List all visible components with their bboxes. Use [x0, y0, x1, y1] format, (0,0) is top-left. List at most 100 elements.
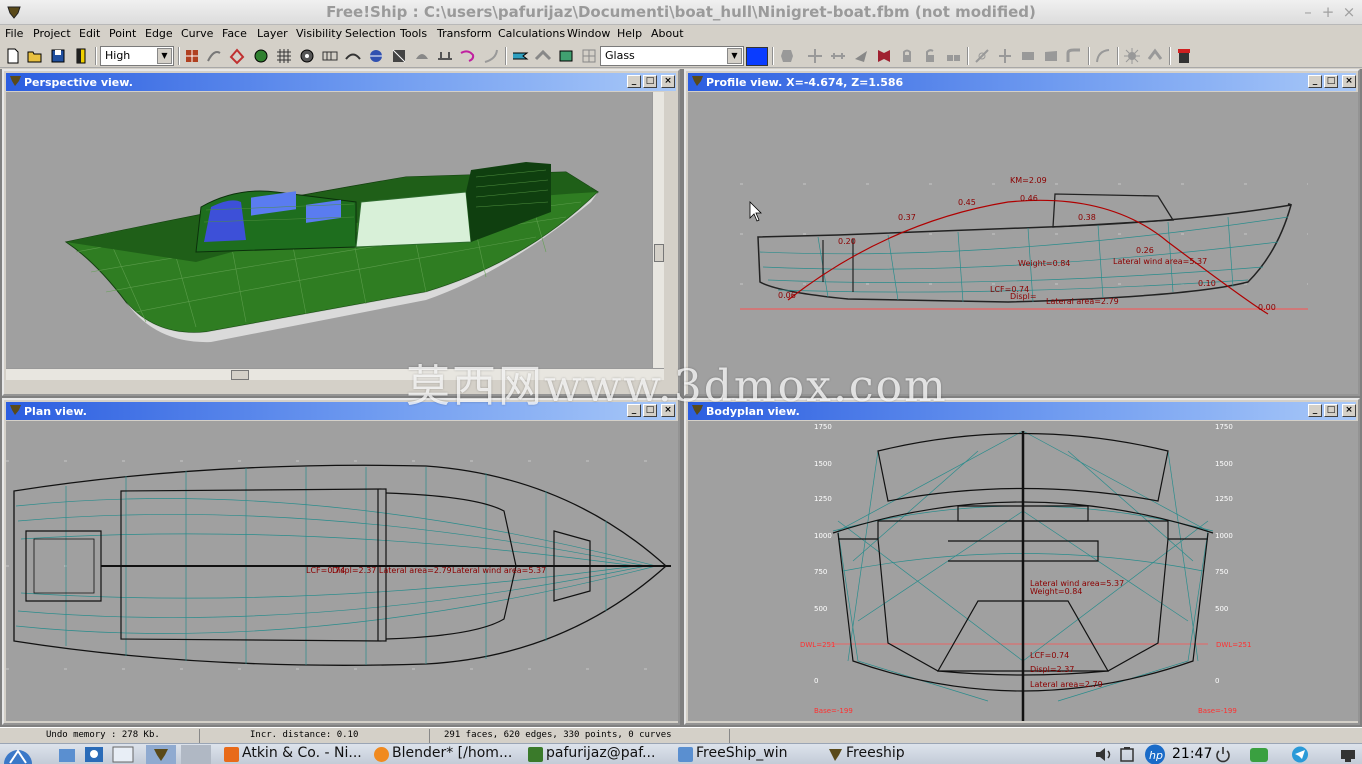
view-minimize-button[interactable]: _ [627, 404, 641, 417]
extrude-edge-icon[interactable] [1065, 47, 1083, 65]
show-stations-icon[interactable] [321, 47, 339, 65]
unlock-point-icon[interactable] [921, 47, 939, 65]
delete-edge-icon[interactable] [973, 47, 991, 65]
battery-icon[interactable] [1118, 746, 1138, 763]
insert-plane-icon[interactable] [829, 47, 847, 65]
profile-canvas[interactable]: 0.06 0.20 0.37 0.45 0.46 0.38 0.26 0.10 … [688, 92, 1358, 394]
view-maximize-button[interactable]: □ [643, 404, 657, 417]
view-maximize-button[interactable]: □ [1324, 75, 1338, 88]
menu-file[interactable]: File [5, 27, 23, 40]
mirror-plane-icon[interactable] [778, 47, 796, 65]
precision-select[interactable]: High ▼ [100, 46, 174, 66]
open-folder-icon[interactable] [26, 47, 44, 65]
taskbar-blank-slot[interactable] [181, 745, 211, 764]
menu-help[interactable]: Help [617, 27, 642, 40]
menu-visibility[interactable]: Visibility [296, 27, 342, 40]
perspective-canvas[interactable] [6, 92, 664, 380]
view-close-button[interactable]: × [661, 75, 675, 88]
task-freeship[interactable]: Freeship [826, 745, 936, 764]
collapse-edge-icon[interactable] [1019, 47, 1037, 65]
profile-view-window[interactable]: Profile view. X=-4.674, Z=1.586 _ □ × 0.… [684, 69, 1360, 396]
show-curvature-icon[interactable] [459, 47, 477, 65]
layer-properties-icon[interactable] [534, 47, 552, 65]
start-menu-icon[interactable] [2, 745, 34, 764]
perspective-view-titlebar[interactable]: Perspective view. _ □ × [6, 73, 676, 91]
menu-point[interactable]: Point [109, 27, 136, 40]
show-normals-icon[interactable] [252, 47, 270, 65]
minimize-button[interactable]: – [1298, 2, 1318, 22]
perspective-view-window[interactable]: Perspective view. _ □ × [2, 69, 680, 396]
task-blender[interactable]: Blender* [/hom... [372, 745, 522, 764]
layer-select[interactable]: Glass ▼ [600, 46, 744, 66]
power-icon[interactable] [1214, 746, 1232, 763]
chevron-down-icon[interactable]: ▼ [727, 48, 742, 64]
layer-dialog-icon[interactable] [580, 47, 598, 65]
close-button[interactable]: × [1339, 2, 1359, 22]
remove-unused-icon[interactable] [1146, 47, 1164, 65]
scrollbar-thumb[interactable] [231, 370, 249, 380]
hp-logo-icon[interactable]: hp [1143, 744, 1167, 764]
chevron-down-icon[interactable]: ▼ [157, 48, 172, 64]
save-disk-icon[interactable] [49, 47, 67, 65]
show-hydrostatics-icon[interactable] [413, 47, 431, 65]
maximize-button[interactable]: + [1318, 2, 1338, 22]
add-point-icon[interactable] [806, 47, 824, 65]
plan-canvas[interactable]: LCF=0.74 Displ=2.37 Lateral area=2.79 La… [6, 421, 678, 721]
layer-visibility-icon[interactable] [511, 47, 529, 65]
freeship-launcher-icon[interactable] [146, 745, 176, 764]
menu-edit[interactable]: Edit [79, 27, 100, 40]
new-curve-icon[interactable] [1094, 47, 1112, 65]
menu-layer[interactable]: Layer [257, 27, 288, 40]
view-maximize-button[interactable]: □ [643, 75, 657, 88]
show-flowlines-icon[interactable] [228, 47, 246, 65]
show-grid-icon[interactable] [275, 47, 293, 65]
menu-calculations[interactable]: Calculations [498, 27, 565, 40]
menu-selection[interactable]: Selection [345, 27, 396, 40]
show-markers-icon[interactable] [298, 47, 316, 65]
interior-edges-icon[interactable] [205, 47, 223, 65]
menu-about[interactable]: About [651, 27, 684, 40]
unlock-all-icon[interactable] [944, 47, 962, 65]
telegram-icon[interactable] [1290, 746, 1310, 763]
control-net-icon[interactable] [183, 47, 201, 65]
scrollbar-thumb[interactable] [654, 244, 664, 262]
plan-view-titlebar[interactable]: Plan view. _ □ × [6, 402, 676, 420]
layer-color-swatch[interactable] [746, 47, 768, 66]
develop-icon[interactable] [875, 47, 893, 65]
view-close-button[interactable]: × [1342, 75, 1356, 88]
task-atkin[interactable]: Atkin & Co. - Ni... [222, 745, 362, 764]
view-close-button[interactable]: × [661, 404, 675, 417]
intersect-icon[interactable] [852, 47, 870, 65]
bodyplan-canvas[interactable]: 1750 1500 1250 1000 750 500 0 1750 1500 … [688, 421, 1358, 721]
plan-view-window[interactable]: Plan view. _ □ × LCF=0.74 Displ=2.37 Lat… [2, 398, 680, 725]
split-edge-icon[interactable] [996, 47, 1014, 65]
view-maximize-button[interactable]: □ [1324, 404, 1338, 417]
file-manager-icon[interactable] [58, 746, 76, 763]
show-desktop-icon[interactable] [112, 746, 134, 763]
view-minimize-button[interactable]: _ [1308, 75, 1322, 88]
task-terminal[interactable]: pafurijaz@paf... [526, 745, 666, 764]
menu-project[interactable]: Project [33, 27, 71, 40]
menu-edge[interactable]: Edge [145, 27, 173, 40]
profile-view-titlebar[interactable]: Profile view. X=-4.674, Z=1.586 _ □ × [688, 73, 1356, 91]
new-file-icon[interactable] [4, 47, 22, 65]
network-icon[interactable] [1338, 746, 1358, 763]
control-panel-icon[interactable] [84, 746, 104, 763]
menu-transform[interactable]: Transform [437, 27, 492, 40]
layer-active-icon[interactable] [557, 47, 575, 65]
clock[interactable]: 21:47 [1172, 746, 1212, 762]
show-diagonals-icon[interactable] [390, 47, 408, 65]
task-freeship-win[interactable]: FreeShip_win [676, 745, 806, 764]
menu-curve[interactable]: Curve [181, 27, 213, 40]
exit-door-icon[interactable] [72, 47, 90, 65]
horizontal-scrollbar[interactable] [6, 368, 664, 380]
view-close-button[interactable]: × [1342, 404, 1356, 417]
bodyplan-view-titlebar[interactable]: Bodyplan view. _ □ × [688, 402, 1356, 420]
vertical-scrollbar[interactable] [652, 92, 664, 368]
check-model-icon[interactable] [1123, 47, 1141, 65]
show-waterlines-icon[interactable] [367, 47, 385, 65]
volume-icon[interactable] [1094, 746, 1114, 763]
menu-window[interactable]: Window [567, 27, 610, 40]
lock-point-icon[interactable] [898, 47, 916, 65]
show-control-curves-icon[interactable] [436, 47, 454, 65]
